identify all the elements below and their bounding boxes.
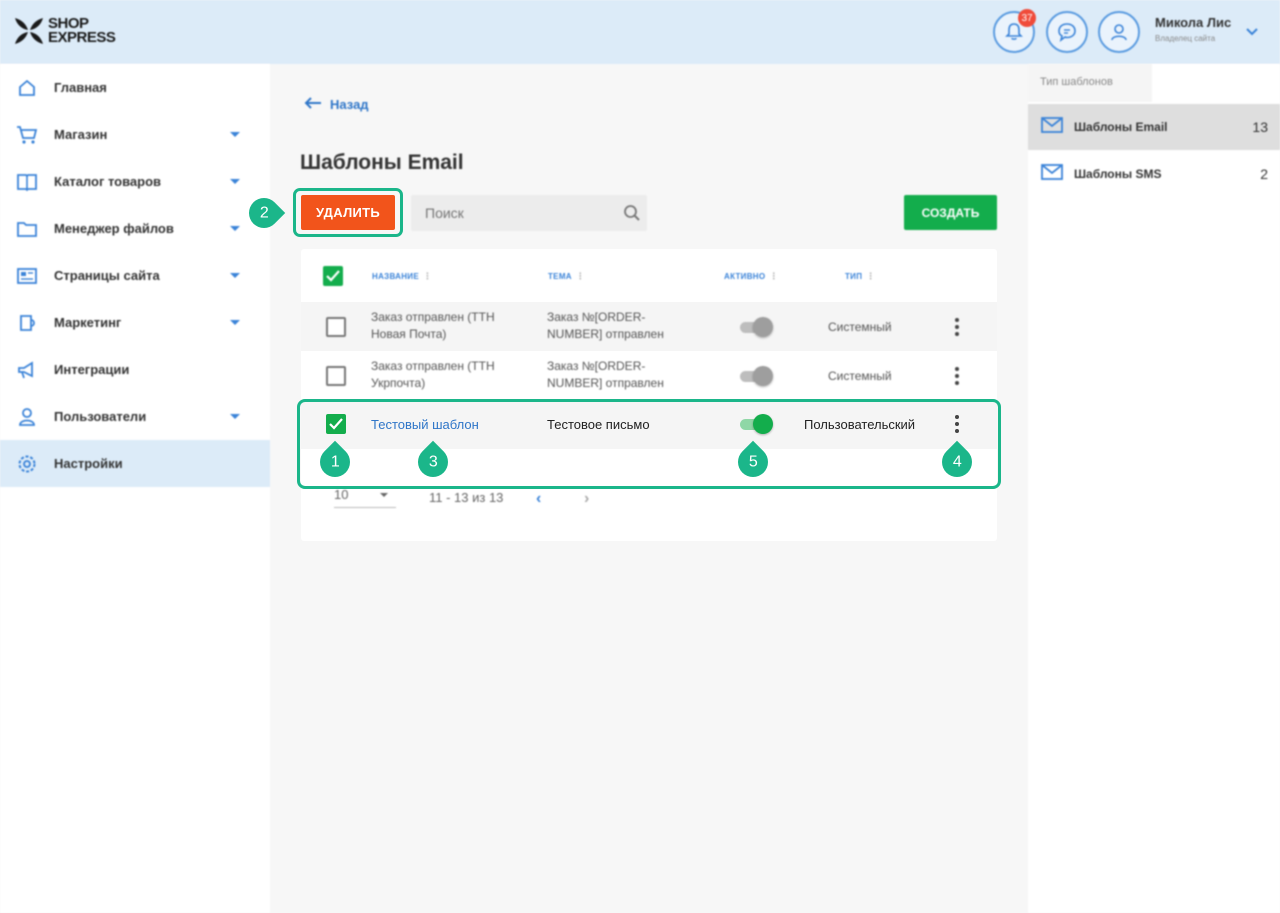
sidebar-item-catalog[interactable]: Каталог товаров <box>0 158 270 205</box>
template-type-label: Шаблоны Email <box>1074 120 1168 134</box>
delete-button[interactable]: УДАЛИТЬ <box>301 195 395 230</box>
chevron-right-icon[interactable]: › <box>584 490 589 508</box>
chat-icon <box>1058 23 1076 42</box>
sidebar-item-label: Настройки <box>54 456 123 471</box>
sort-icon: ⋮ <box>423 271 433 281</box>
back-link[interactable]: Назад <box>304 97 369 112</box>
sidebar-item-label: Страницы сайта <box>54 268 160 283</box>
brand-line2: EXPRESS <box>48 29 116 46</box>
folder-icon <box>16 218 38 240</box>
template-type-count: 2 <box>1260 166 1268 182</box>
users-icon <box>16 406 38 428</box>
chevron-left-icon[interactable]: ‹ <box>536 490 541 508</box>
sidebar-item-label: Каталог товаров <box>54 174 162 189</box>
megaphone-icon <box>16 359 38 381</box>
chevron-down-icon[interactable] <box>1245 24 1259 42</box>
pages-icon <box>16 265 38 287</box>
back-label: Назад <box>330 97 369 112</box>
sidebar-item-users[interactable]: Пользователи <box>0 393 270 440</box>
sidebar-item-settings[interactable]: Настройки <box>0 440 270 487</box>
brand-logo[interactable]: SHOP EXPRESS <box>12 14 116 48</box>
sidebar-item-label: Менеджер файлов <box>54 221 174 236</box>
gear-icon <box>16 453 38 475</box>
caret-down-icon <box>230 226 240 231</box>
sort-icon: ⋮ <box>769 271 779 281</box>
row-checkbox[interactable] <box>326 366 346 386</box>
column-header-active[interactable]: АКТИВНО ⋮ <box>724 271 779 282</box>
row-name[interactable]: Заказ отправлен (ТТН Новая Почта) <box>371 309 495 343</box>
search-icon[interactable] <box>623 204 641 227</box>
sidebar-item-label: Магазин <box>54 127 108 142</box>
sidebar-item-file-manager[interactable]: Менеджер файлов <box>0 205 270 252</box>
row-name[interactable]: Заказ отправлен (ТТН Укрпочта) <box>371 358 495 392</box>
sidebar-item-label: Интеграции <box>54 362 130 377</box>
template-type-panel: Тип шаблонов Шаблоны Email 13 Шаблоны SM… <box>1028 64 1280 913</box>
select-all-checkbox[interactable] <box>323 266 343 286</box>
caret-down-icon <box>380 493 388 497</box>
search-box <box>411 195 647 231</box>
user-role: Владелец сайта <box>1155 34 1216 43</box>
search-input[interactable] <box>411 195 621 231</box>
template-type-email[interactable]: Шаблоны Email 13 <box>1028 104 1280 150</box>
row-subject: Заказ №[ORDER- NUMBER] отправлен <box>547 359 664 390</box>
row-checkbox[interactable] <box>326 317 346 337</box>
profile-button[interactable] <box>1098 11 1140 53</box>
sidebar-item-site-pages[interactable]: Страницы сайта <box>0 252 270 299</box>
envelope-icon <box>1041 116 1063 138</box>
caret-down-icon <box>230 179 240 184</box>
sidebar-item-label: Пользователи <box>54 409 147 424</box>
row-highlight-frame <box>297 399 1001 489</box>
sidebar-item-home[interactable]: Главная <box>0 64 270 111</box>
sidebar-item-label: Главная <box>54 80 107 95</box>
template-type-count: 13 <box>1252 119 1268 135</box>
sort-icon: ⋮ <box>866 271 876 281</box>
mug-icon <box>16 312 38 334</box>
user-icon <box>1111 24 1127 41</box>
page-title: Шаблоны Email <box>300 151 464 174</box>
caret-down-icon <box>230 273 240 278</box>
column-header-subject[interactable]: ТЕМА ⋮ <box>548 271 585 282</box>
row-menu-icon[interactable] <box>953 317 961 337</box>
book-icon <box>16 171 38 193</box>
sidebar-item-shop[interactable]: Магазин <box>0 111 270 158</box>
sidebar-item-label: Маркетинг <box>54 315 122 330</box>
notifications-button[interactable]: 37 <box>993 9 1036 53</box>
sidebar: Главная Магазин Каталог товаров Менеджер… <box>0 64 270 913</box>
row-type: Системный <box>828 320 892 334</box>
messages-button[interactable] <box>1046 11 1088 53</box>
template-type-sms[interactable]: Шаблоны SMS 2 <box>1028 151 1280 197</box>
caret-down-icon <box>230 414 240 419</box>
column-header-name[interactable]: НАЗВАНИЕ ⋮ <box>372 271 432 282</box>
home-icon <box>16 77 38 99</box>
row-subject: Заказ №[ORDER- NUMBER] отправлен <box>547 310 664 341</box>
sidebar-item-integrations[interactable]: Интеграции <box>0 346 270 393</box>
logo-leaf-icon <box>12 14 46 48</box>
top-header: SHOP EXPRESS 37 Микола Лис Владелец сайт… <box>0 0 1280 64</box>
notifications-badge: 37 <box>1018 9 1036 27</box>
sidebar-item-marketing[interactable]: Маркетинг <box>0 299 270 346</box>
template-type-label: Шаблоны SMS <box>1074 167 1162 181</box>
tab-template-type[interactable]: Тип шаблонов <box>1028 64 1152 102</box>
cart-icon <box>16 124 38 146</box>
caret-down-icon <box>230 132 240 137</box>
check-icon <box>326 270 340 282</box>
row-type: Системный <box>828 369 892 383</box>
envelope-icon <box>1041 163 1063 185</box>
user-name[interactable]: Микола Лис <box>1155 15 1231 30</box>
active-toggle[interactable] <box>738 366 774 386</box>
row-menu-icon[interactable] <box>953 366 961 386</box>
create-button[interactable]: СОЗДАТЬ <box>904 195 997 230</box>
arrow-left-icon <box>304 97 322 112</box>
active-toggle[interactable] <box>738 317 774 337</box>
sort-icon: ⋮ <box>575 271 586 281</box>
caret-down-icon <box>230 320 240 325</box>
per-page-select[interactable]: 10 <box>334 487 396 508</box>
pagination-range: 11 - 13 из 13 <box>429 490 504 505</box>
column-header-type[interactable]: ТИП ⋮ <box>845 271 876 282</box>
